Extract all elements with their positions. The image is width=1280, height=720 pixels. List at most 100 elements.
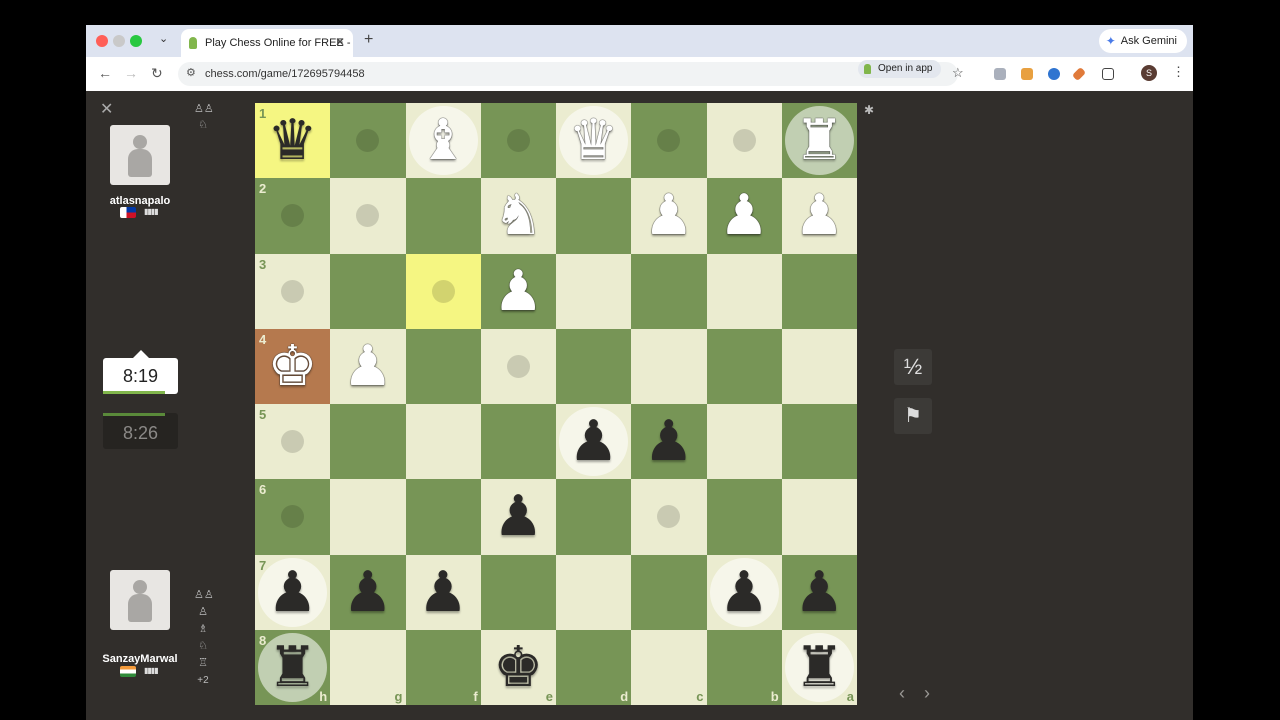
square-b3[interactable] [706, 253, 782, 329]
new-tab-button[interactable]: + [364, 31, 373, 49]
square-d4[interactable] [556, 328, 632, 404]
close-tab-button[interactable]: ✕ [335, 35, 345, 49]
chess-board[interactable]: 1 ♛ ♝ ♛ ♜ 2 ♞ ♟ ♟ ♟ 3 ♟ 4 ♚ ♟ 5 ♟ ♟ 6 ♟ 7 ♟ ♟ ♟ ♟ ♟ 8 h ♜ g f e ♚ d c b a ♜ [255, 103, 857, 705]
square-d1[interactable]: ♛ [556, 103, 632, 179]
square-d8[interactable]: d [556, 629, 632, 705]
bookmark-star-icon[interactable]: ☆ [952, 65, 964, 81]
white-pawn-piece[interactable]: ♟ [481, 254, 556, 329]
tab-search-button[interactable]: ⌄ [159, 32, 168, 45]
blue-extension-icon[interactable] [1048, 68, 1060, 80]
square-g1[interactable] [330, 103, 406, 179]
black-pawn-piece[interactable]: ♟ [631, 404, 706, 479]
square-d5[interactable]: ♟ [556, 404, 632, 480]
black-rook-piece[interactable]: ♜ [255, 630, 330, 705]
square-a7[interactable]: ♟ [781, 554, 857, 630]
square-b4[interactable] [706, 328, 782, 404]
square-a4[interactable] [781, 328, 857, 404]
square-f1[interactable]: ♝ [405, 103, 481, 179]
close-window-button[interactable] [96, 35, 108, 47]
square-g6[interactable] [330, 479, 406, 555]
square-d3[interactable] [556, 253, 632, 329]
white-pawn-piece[interactable]: ♟ [782, 178, 857, 253]
white-pawn-piece[interactable]: ♟ [707, 178, 782, 253]
white-knight-piece[interactable]: ♞ [481, 178, 556, 253]
square-a5[interactable] [781, 404, 857, 480]
bottom-player-name[interactable]: SanzayMarwal [85, 653, 195, 665]
square-c3[interactable] [631, 253, 707, 329]
square-c2[interactable]: ♟ [631, 178, 707, 254]
square-h1[interactable]: 1 ♛ [255, 103, 331, 179]
square-g4[interactable]: ♟ [330, 328, 406, 404]
white-rook-piece[interactable]: ♜ [782, 103, 857, 178]
pen-extension-icon[interactable] [1071, 66, 1087, 82]
square-f2[interactable] [405, 178, 481, 254]
square-d6[interactable] [556, 479, 632, 555]
forward-button[interactable]: → [124, 65, 138, 81]
square-h8[interactable]: 8 h ♜ [255, 629, 331, 705]
black-pawn-piece[interactable]: ♟ [255, 555, 330, 630]
square-e7[interactable] [480, 554, 556, 630]
square-e1[interactable] [480, 103, 556, 179]
square-e2[interactable]: ♞ [480, 178, 556, 254]
square-a6[interactable] [781, 479, 857, 555]
black-rook-piece[interactable]: ♜ [782, 630, 857, 705]
square-d2[interactable] [556, 178, 632, 254]
square-b5[interactable] [706, 404, 782, 480]
site-info-icon[interactable]: ⚙ [186, 66, 196, 79]
puzzle-extensions-icon[interactable] [1102, 68, 1114, 80]
square-g5[interactable] [330, 404, 406, 480]
square-b8[interactable]: b [706, 629, 782, 705]
black-pawn-piece[interactable]: ♟ [330, 555, 405, 630]
browser-tab[interactable]: Play Chess Online for FREE - ✕ [181, 29, 353, 57]
square-c5[interactable]: ♟ [631, 404, 707, 480]
square-h7[interactable]: 7 ♟ [255, 554, 331, 630]
next-move-icon[interactable]: › [924, 683, 930, 704]
black-pawn-piece[interactable]: ♟ [782, 555, 857, 630]
square-a1[interactable]: ♜ [781, 103, 857, 179]
url-omnibox[interactable]: ⚙ chess.com/game/172695794458 [178, 62, 958, 86]
square-c8[interactable]: c [631, 629, 707, 705]
square-e3[interactable]: ♟ [480, 253, 556, 329]
square-e8[interactable]: e ♚ [480, 629, 556, 705]
square-b7[interactable]: ♟ [706, 554, 782, 630]
square-e5[interactable] [480, 404, 556, 480]
square-a2[interactable]: ♟ [781, 178, 857, 254]
orange-extension-icon[interactable] [1021, 68, 1033, 80]
square-d7[interactable] [556, 554, 632, 630]
shield-extension-icon[interactable] [994, 68, 1006, 80]
square-f7[interactable]: ♟ [405, 554, 481, 630]
square-c7[interactable] [631, 554, 707, 630]
square-c6[interactable] [631, 479, 707, 555]
maximize-window-button[interactable] [130, 35, 142, 47]
top-player-avatar[interactable] [110, 125, 170, 185]
square-g3[interactable] [330, 253, 406, 329]
square-g7[interactable]: ♟ [330, 554, 406, 630]
square-f8[interactable]: f [405, 629, 481, 705]
square-a3[interactable] [781, 253, 857, 329]
square-e4[interactable] [480, 328, 556, 404]
square-b2[interactable]: ♟ [706, 178, 782, 254]
black-pawn-piece[interactable]: ♟ [481, 479, 556, 554]
black-pawn-piece[interactable]: ♟ [406, 555, 481, 630]
square-g8[interactable]: g [330, 629, 406, 705]
bottom-player-avatar[interactable] [110, 570, 170, 630]
black-queen-piece[interactable]: ♛ [255, 103, 330, 178]
white-bishop-piece[interactable]: ♝ [406, 103, 481, 178]
white-king-piece[interactable]: ♚ [255, 329, 330, 404]
white-pawn-piece[interactable]: ♟ [631, 178, 706, 253]
minimize-window-button[interactable] [113, 35, 125, 47]
square-f3[interactable] [405, 253, 481, 329]
square-c1[interactable] [631, 103, 707, 179]
square-h4[interactable]: 4 ♚ [255, 328, 331, 404]
black-king-piece[interactable]: ♚ [481, 630, 556, 705]
square-f5[interactable] [405, 404, 481, 480]
top-player-name[interactable]: atlasnapalo [85, 195, 195, 207]
board-settings-icon[interactable]: ✱ [864, 103, 874, 117]
open-in-app-button[interactable]: Open in app [858, 60, 941, 78]
square-c4[interactable] [631, 328, 707, 404]
square-h5[interactable]: 5 [255, 404, 331, 480]
square-a8[interactable]: a ♜ [781, 629, 857, 705]
black-pawn-piece[interactable]: ♟ [556, 404, 631, 479]
square-h2[interactable]: 2 [255, 178, 331, 254]
white-queen-piece[interactable]: ♛ [556, 103, 631, 178]
